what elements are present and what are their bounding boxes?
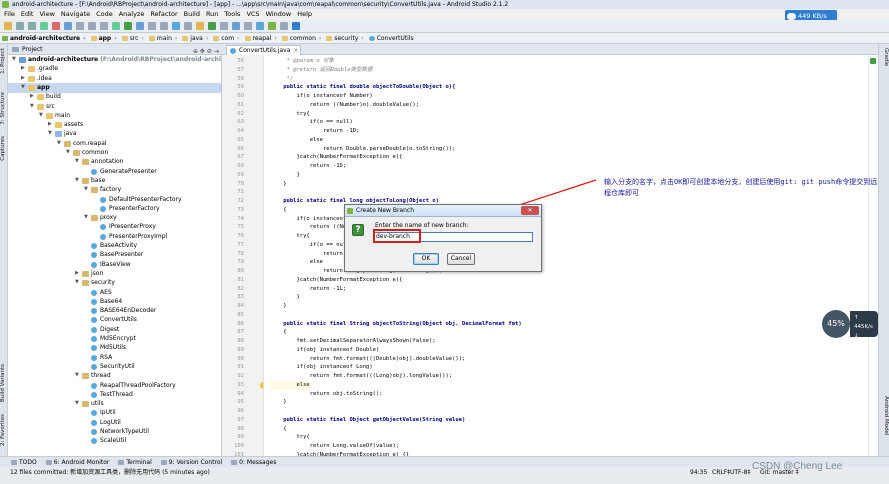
annotation-text: 输入分支的名字，点击OK即可创建本地分支，创建后使用git: git push命…: [604, 178, 878, 197]
watermark: CSDN @Cheng Lee: [752, 461, 843, 472]
dialog-close-button[interactable]: ✕: [521, 206, 539, 215]
cancel-button[interactable]: Cancel: [447, 253, 475, 265]
dialog-app-icon: [347, 208, 353, 214]
upload-speed: ↑ 445K/s: [854, 315, 873, 330]
download-speed: ↓ 27.8K/s: [854, 333, 875, 348]
dialog-title: Create New Branch: [356, 207, 415, 214]
status-message: 12 files committed: 新增加资源工具类，删除无用代码 (5 m…: [10, 469, 210, 476]
network-monitor-info: ↑ 445K/s ↓ 27.8K/s: [850, 311, 878, 348]
ok-button[interactable]: OK: [413, 253, 439, 265]
dialog-prompt: Enter the name of new branch:: [375, 222, 469, 229]
question-icon: ?: [352, 224, 364, 236]
file-encoding[interactable]: UTF-8‡: [730, 467, 751, 479]
network-monitor-bubble[interactable]: 45%: [822, 310, 850, 338]
annotation-highlight-box: [373, 229, 421, 243]
dialog-title-bar: Create New Branch: [345, 205, 541, 217]
caret-position[interactable]: 94:35: [690, 467, 707, 479]
line-separator[interactable]: CRLF‡: [712, 467, 730, 479]
